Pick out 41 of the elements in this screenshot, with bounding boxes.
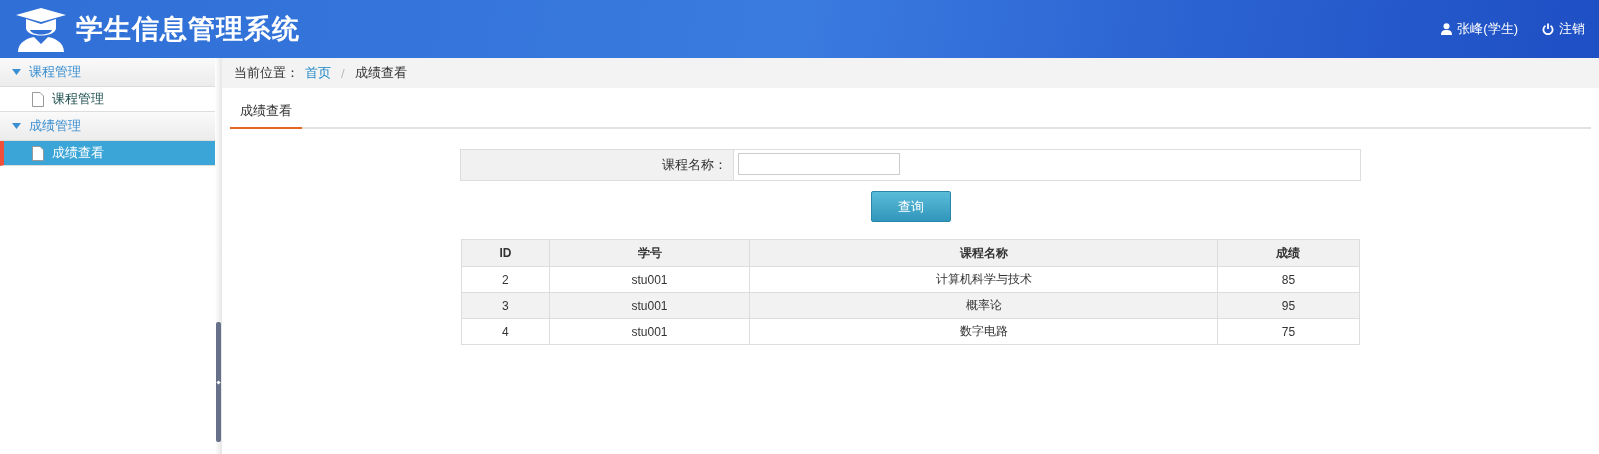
power-icon [1542,23,1554,35]
menu-group[interactable]: 课程管理 [0,58,215,87]
column-header: 学号 [549,239,750,267]
caret-icon [12,69,21,75]
column-header: ID [461,239,550,267]
logout-link[interactable]: 注销 [1542,20,1585,38]
course-name-field[interactable] [738,153,900,175]
menu-group[interactable]: 成绩管理 [0,112,215,141]
caret-icon [12,123,21,129]
table-cell: 概率论 [749,292,1218,319]
menu-item[interactable]: 成绩查看 [0,141,215,166]
table-cell: stu001 [549,292,750,319]
table-cell: 计算机科学与技术 [749,266,1218,293]
column-header: 成绩 [1217,239,1360,267]
breadcrumb-current: 成绩查看 [354,64,407,82]
table-cell: 3 [461,292,550,319]
tab[interactable]: 成绩查看 [230,96,302,129]
column-header: 课程名称 [749,239,1218,267]
field-label: 课程名称： [662,156,727,174]
group-label: 成绩管理 [29,117,81,135]
user-icon [1441,23,1453,35]
breadcrumb-prefix: 当前位置： [234,64,299,82]
group-label: 课程管理 [29,63,81,81]
menu-item-label: 课程管理 [52,90,104,108]
breadcrumb-link[interactable]: 首页 [305,64,331,82]
document-icon [32,91,44,107]
table-cell: stu001 [549,318,750,345]
table-cell: 75 [1217,318,1360,345]
splitter-handle[interactable] [216,322,221,442]
table-cell: 95 [1217,292,1360,319]
table-cell: 85 [1217,266,1360,293]
menu-item-label: 成绩查看 [52,144,104,162]
table-cell: stu001 [549,266,750,293]
table-cell: 4 [461,318,550,345]
table-cell: 数字电路 [749,318,1218,345]
app-title: 学生信息管理系统 [76,13,300,46]
breadcrumb-separator: / [341,65,345,81]
user-link[interactable]: 张峰(学生) [1441,20,1518,38]
table-cell: 2 [461,266,550,293]
document-icon [32,145,44,161]
query-button[interactable]: 查询 [870,191,951,222]
